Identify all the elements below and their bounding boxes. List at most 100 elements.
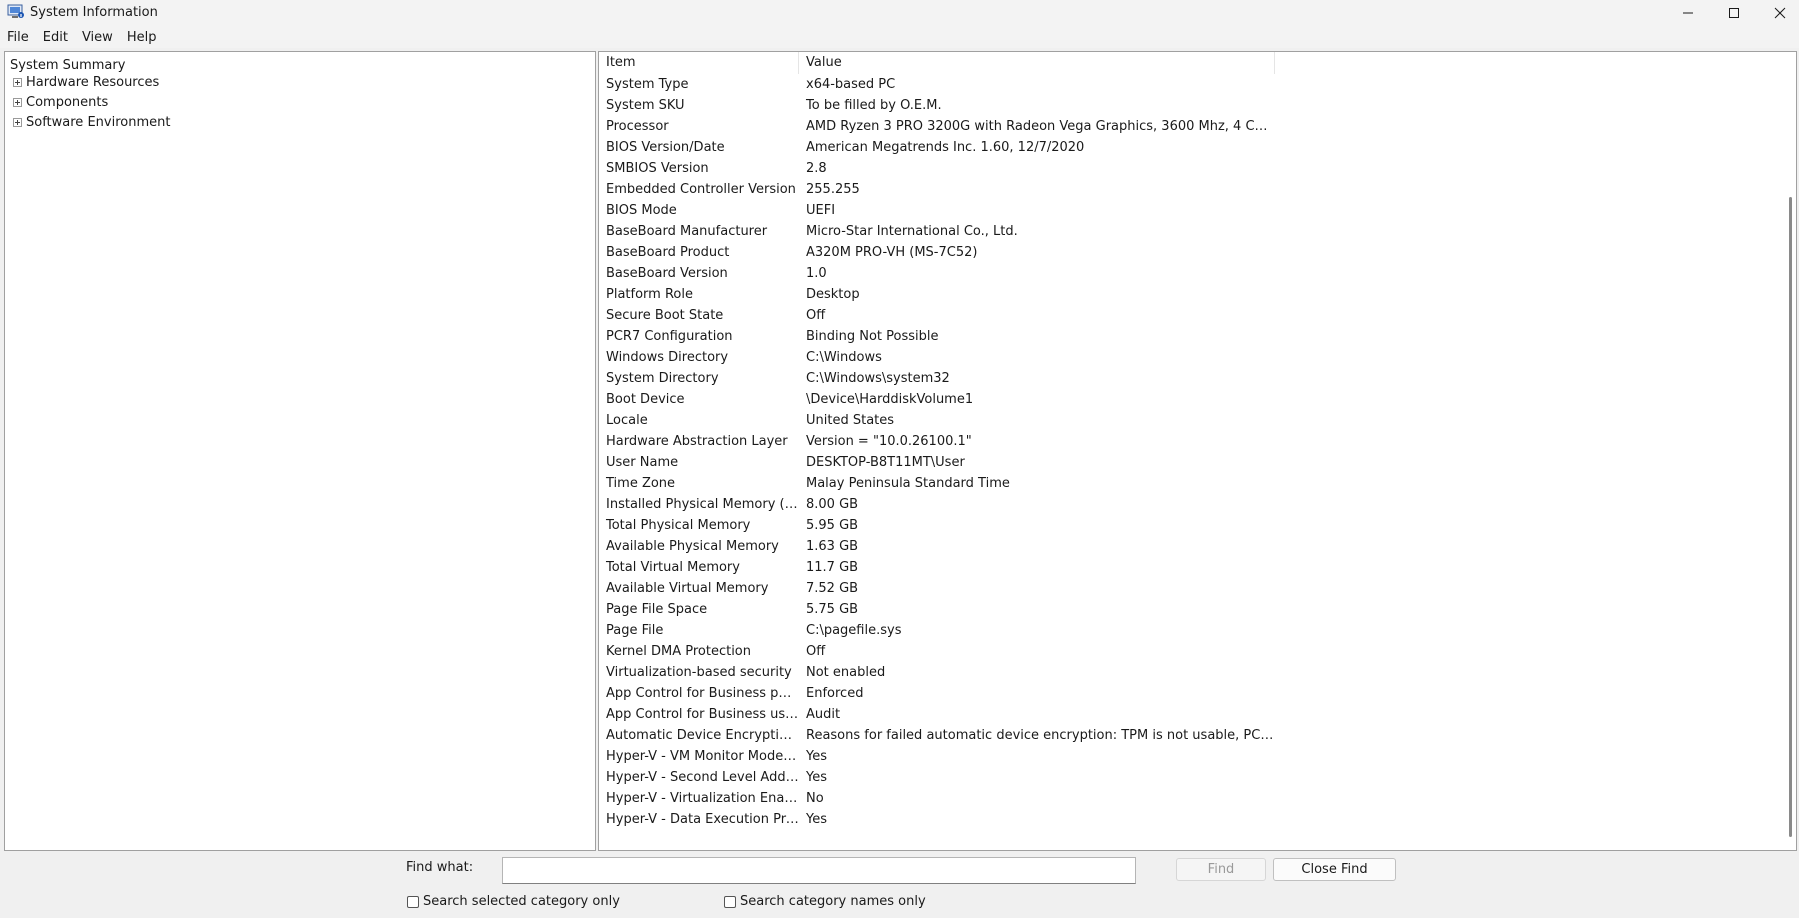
row-item-cell: Hyper-V - Virtualization Enable... — [606, 791, 799, 806]
tree-item-components[interactable]: Components — [13, 93, 108, 111]
row-value-cell: No — [806, 791, 824, 806]
menu-bar: File Edit View Help — [0, 26, 1799, 48]
row-item-cell: Windows Directory — [606, 350, 729, 365]
row-value-cell: Malay Peninsula Standard Time — [806, 476, 1010, 491]
table-row[interactable]: Hardware Abstraction Layer Version = "10.… — [599, 431, 1769, 452]
row-item-cell: BIOS Version/Date — [606, 140, 725, 155]
row-item-cell: Available Physical Memory — [606, 539, 779, 554]
table-row[interactable]: PCR7 Configuration Binding Not Possible — [599, 326, 1769, 347]
table-row[interactable]: System SKU To be filled by O.E.M. — [599, 95, 1769, 116]
search-selected-category-checkbox[interactable]: Search selected category only — [407, 894, 620, 909]
table-row[interactable]: Available Physical Memory 1.63 GB — [599, 536, 1769, 557]
expand-plus-icon[interactable] — [13, 117, 22, 127]
table-row[interactable]: Page File Space 5.75 GB — [599, 599, 1769, 620]
table-row[interactable]: Kernel DMA Protection Off — [599, 641, 1769, 662]
maximize-button[interactable] — [1711, 0, 1757, 26]
menu-help[interactable]: Help — [127, 30, 157, 45]
table-row[interactable]: Page File C:\pagefile.sys — [599, 620, 1769, 641]
menu-file[interactable]: File — [7, 30, 29, 45]
row-item-cell: BaseBoard Version — [606, 266, 728, 281]
row-item-cell: Platform Role — [606, 287, 693, 302]
close-button[interactable] — [1757, 0, 1799, 26]
checkbox-label: Search selected category only — [423, 894, 620, 909]
table-row[interactable]: BaseBoard Manufacturer Micro-Star Interna… — [599, 221, 1769, 242]
row-item-cell: Time Zone — [606, 476, 676, 491]
table-row[interactable]: User Name DESKTOP-B8T11MT\User — [599, 452, 1769, 473]
table-row[interactable]: Embedded Controller Version 255.255 — [599, 179, 1769, 200]
table-row[interactable]: System Directory C:\Windows\system32 — [599, 368, 1769, 389]
details-list[interactable]: Item Value System Type x64-based PC System… — [598, 51, 1797, 851]
menu-edit[interactable]: Edit — [43, 30, 68, 45]
row-value-cell: 1.63 GB — [806, 539, 859, 554]
checkbox-box[interactable] — [724, 895, 736, 908]
row-value-cell: Version = "10.0.26100.1" — [806, 434, 972, 449]
find-what-label: Find what: — [406, 860, 474, 875]
client-area: System Summary Hardware Resources Compon… — [0, 48, 1799, 918]
row-value-cell: 11.7 GB — [806, 560, 859, 575]
table-row[interactable]: Available Virtual Memory 7.52 GB — [599, 578, 1769, 599]
table-row[interactable]: Virtualization-based security Not enabled — [599, 662, 1769, 683]
row-item-cell: Boot Device — [606, 392, 685, 407]
column-header-value[interactable]: Value — [799, 52, 1275, 74]
table-row[interactable]: Boot Device \Device\HarddiskVolume1 — [599, 389, 1769, 410]
table-row[interactable]: Total Virtual Memory 11.7 GB — [599, 557, 1769, 578]
table-row[interactable]: App Control for Business user ... Audit — [599, 704, 1769, 725]
category-tree[interactable]: System Summary Hardware Resources Compon… — [4, 51, 596, 851]
table-row[interactable]: Time Zone Malay Peninsula Standard Time — [599, 473, 1769, 494]
row-value-cell: Enforced — [806, 686, 864, 701]
table-row[interactable]: Hyper-V - VM Monitor Mode E... Yes — [599, 746, 1769, 767]
menu-view[interactable]: View — [82, 30, 113, 45]
table-row[interactable]: Hyper-V - Second Level Addres... Yes — [599, 767, 1769, 788]
title-bar: System Information — [0, 0, 1799, 26]
row-value-cell: C:\pagefile.sys — [806, 623, 902, 638]
search-category-names-checkbox[interactable]: Search category names only — [724, 894, 926, 909]
table-row[interactable]: Automatic Device Encryption Su... Reasons… — [599, 725, 1769, 746]
table-row[interactable]: SMBIOS Version 2.8 — [599, 158, 1769, 179]
table-row[interactable]: Total Physical Memory 5.95 GB — [599, 515, 1769, 536]
close-find-button[interactable]: Close Find — [1273, 858, 1396, 881]
row-item-cell: App Control for Business user ... — [606, 707, 799, 722]
table-row[interactable]: Hyper-V - Virtualization Enable... No — [599, 788, 1769, 809]
table-row[interactable]: BIOS Mode UEFI — [599, 200, 1769, 221]
table-row[interactable]: Processor AMD Ryzen 3 PRO 3200G with Rade… — [599, 116, 1769, 137]
table-row[interactable]: Locale United States — [599, 410, 1769, 431]
tree-item-hardware-resources[interactable]: Hardware Resources — [13, 73, 159, 91]
table-row[interactable]: Windows Directory C:\Windows — [599, 347, 1769, 368]
row-value-cell: 2.8 — [806, 161, 827, 176]
tree-item-system-summary[interactable]: System Summary — [10, 56, 125, 74]
row-item-cell: BaseBoard Manufacturer — [606, 224, 768, 239]
table-row[interactable]: Secure Boot State Off — [599, 305, 1769, 326]
tree-item-software-environment[interactable]: Software Environment — [13, 113, 170, 131]
row-item-cell: Installed Physical Memory (RAM) — [606, 497, 799, 512]
table-row[interactable]: Hyper-V - Data Execution Prote... Yes — [599, 809, 1769, 830]
minimize-button[interactable] — [1665, 0, 1711, 26]
table-row[interactable]: System Type x64-based PC — [599, 74, 1769, 95]
expand-plus-icon[interactable] — [13, 97, 22, 107]
row-item-cell: User Name — [606, 455, 679, 470]
row-value-cell: Desktop — [806, 287, 860, 302]
row-value-cell: Binding Not Possible — [806, 329, 939, 344]
table-row[interactable]: BaseBoard Product A320M PRO-VH (MS-7C52) — [599, 242, 1769, 263]
row-value-cell: \Device\HarddiskVolume1 — [806, 392, 974, 407]
vertical-scrollbar[interactable] — [1784, 52, 1796, 850]
checkbox-box[interactable] — [407, 895, 419, 908]
row-value-cell: DESKTOP-B8T11MT\User — [806, 455, 965, 470]
row-value-cell: C:\Windows\system32 — [806, 371, 950, 386]
find-button[interactable]: Find — [1176, 858, 1266, 881]
row-value-cell: Off — [806, 644, 826, 659]
table-row[interactable]: Platform Role Desktop — [599, 284, 1769, 305]
find-what-input[interactable] — [502, 857, 1136, 884]
table-row[interactable]: App Control for Business policy Enforced — [599, 683, 1769, 704]
scrollbar-thumb[interactable] — [1789, 197, 1792, 837]
table-row[interactable]: Installed Physical Memory (RAM) 8.00 GB — [599, 494, 1769, 515]
tree-item-label: System Summary — [10, 57, 126, 73]
table-row[interactable]: BIOS Version/Date American Megatrends Inc… — [599, 137, 1769, 158]
expand-plus-icon[interactable] — [13, 77, 22, 87]
maximize-icon — [1729, 8, 1739, 18]
row-value-cell: 255.255 — [806, 182, 860, 197]
row-value-cell: Reasons for failed automatic device encr… — [806, 728, 1275, 743]
row-value-cell: x64-based PC — [806, 77, 896, 92]
table-row[interactable]: BaseBoard Version 1.0 — [599, 263, 1769, 284]
row-value-cell: Yes — [806, 749, 827, 764]
column-header-item[interactable]: Item — [599, 52, 799, 74]
